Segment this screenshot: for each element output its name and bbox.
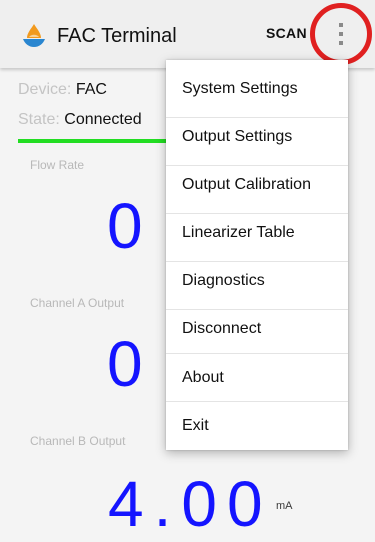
flow-rate-label: Flow Rate (30, 158, 85, 172)
more-vertical-icon (339, 23, 343, 45)
channel-b-label: Channel B Output (30, 434, 126, 448)
channel-a-label: Channel A Output (30, 296, 125, 310)
device-line: Device: FAC (18, 81, 107, 99)
app-bar: FAC Terminal SCAN (0, 0, 375, 68)
menu-item-output-settings[interactable]: Output Settings (166, 113, 348, 161)
device-label: Device: (18, 81, 72, 98)
overflow-menu: System Settings Output Settings Output C… (166, 60, 348, 450)
flame-drop-logo-icon (23, 24, 45, 47)
menu-item-diagnostics[interactable]: Diagnostics (166, 257, 348, 305)
menu-item-system-settings[interactable]: System Settings (166, 65, 348, 113)
app-screen: FAC Terminal SCAN Device: FAC State: Con… (0, 0, 375, 542)
menu-item-linearizer-table[interactable]: Linearizer Table (166, 209, 348, 257)
menu-item-exit[interactable]: Exit (166, 402, 348, 450)
menu-item-about[interactable]: About (166, 354, 348, 402)
menu-item-disconnect[interactable]: Disconnect (166, 305, 348, 353)
state-line: State: Connected (18, 111, 142, 129)
device-value: FAC (75, 81, 107, 98)
flow-rate-value: 0 (107, 190, 143, 262)
scan-button[interactable]: SCAN (266, 25, 307, 41)
overflow-menu-button[interactable] (310, 3, 372, 65)
state-value: Connected (64, 111, 142, 128)
connection-status-bar (18, 139, 168, 143)
channel-a-value: 0 (107, 328, 143, 400)
channel-b-unit: mA (276, 500, 293, 512)
menu-item-output-calibration[interactable]: Output Calibration (166, 161, 348, 209)
app-title: FAC Terminal (57, 25, 177, 47)
state-label: State: (18, 111, 60, 128)
channel-b-value: 4.00 (108, 468, 273, 540)
